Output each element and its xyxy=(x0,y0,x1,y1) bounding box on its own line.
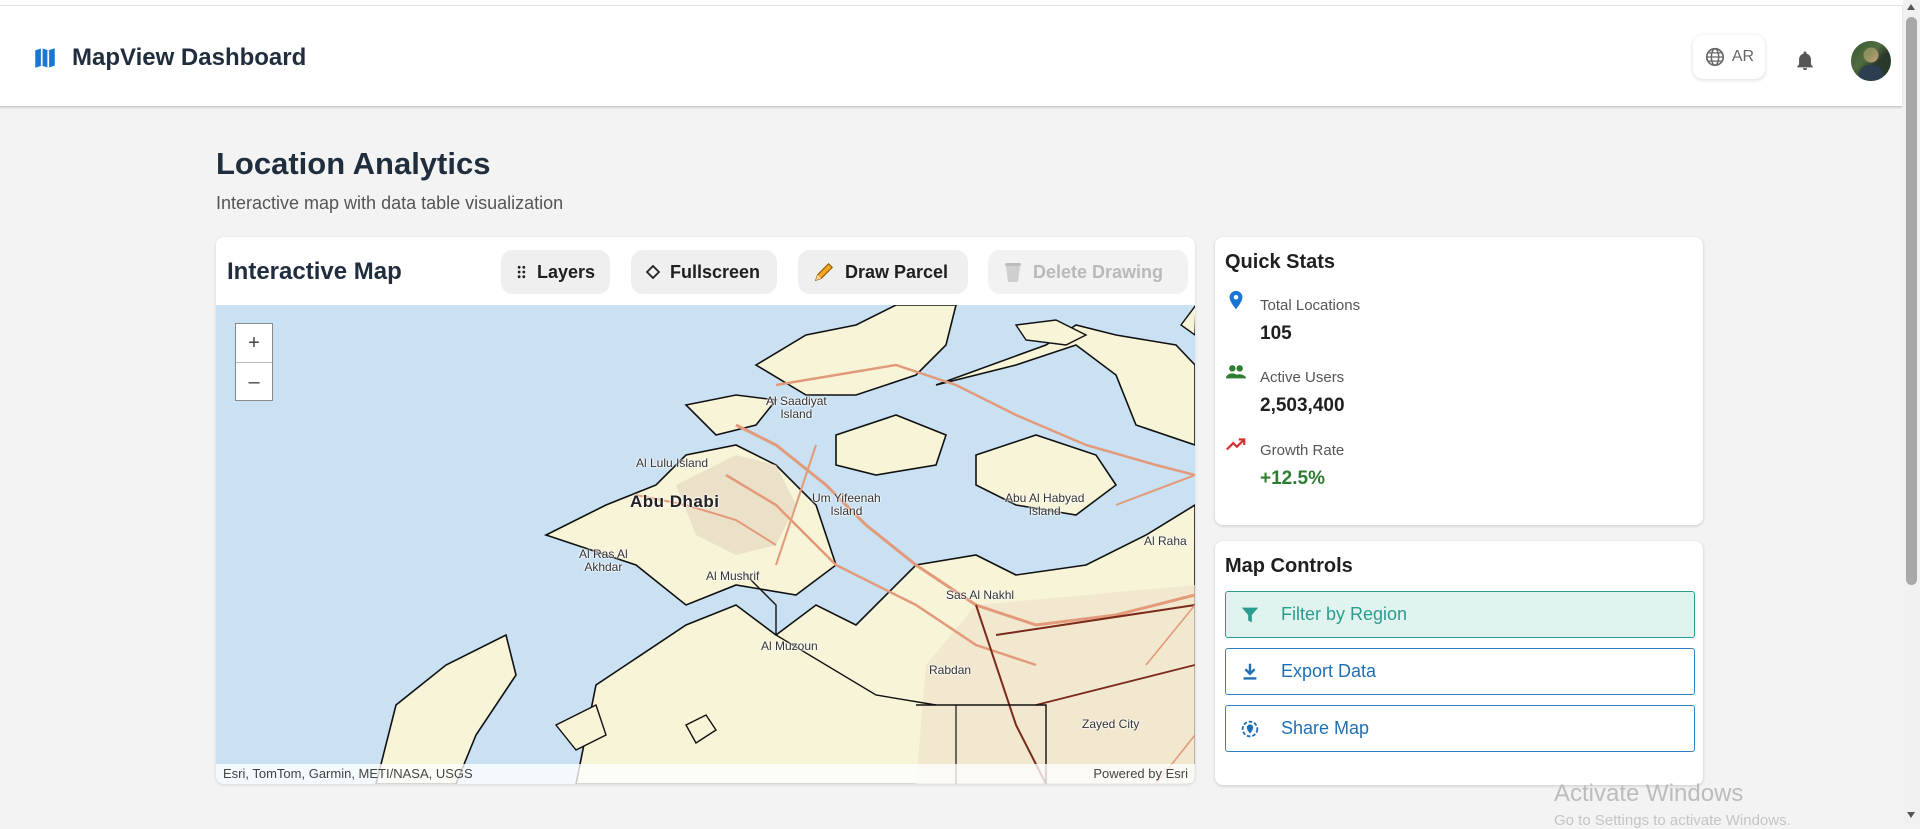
draw-parcel-button[interactable]: Draw Parcel xyxy=(798,250,968,294)
map-icon xyxy=(35,48,55,68)
filter-by-region-button[interactable]: Filter by Region xyxy=(1225,591,1695,638)
drag-dots-icon xyxy=(517,265,526,279)
windows-activation-hint: Go to Settings to activate Windows. xyxy=(1554,812,1791,829)
zoom-out-button[interactable]: – xyxy=(236,362,272,401)
scroll-up-arrow-icon[interactable] xyxy=(1907,4,1915,10)
stat-value-growth-rate: +12.5% xyxy=(1260,468,1325,489)
export-data-label: Export Data xyxy=(1281,661,1377,681)
draw-parcel-label: Draw Parcel xyxy=(845,261,949,282)
export-data-button[interactable]: Export Data xyxy=(1225,648,1695,695)
brand[interactable]: MapView Dashboard xyxy=(32,44,306,72)
fullscreen-button[interactable]: Fullscreen xyxy=(631,250,777,294)
stat-label-total-locations: Total Locations xyxy=(1260,297,1361,314)
share-map-button[interactable]: Share Map xyxy=(1225,705,1695,752)
diamond-icon xyxy=(646,265,660,279)
map-card: Interactive Map Layers Fullscreen Draw P… xyxy=(216,237,1195,784)
language-label: AR xyxy=(1731,48,1755,65)
map-label-abu-dhabi: Abu Dhabi xyxy=(630,492,720,511)
map-label-al-lulu: Al Lulu Island xyxy=(636,456,709,470)
map-attribution: Esri, TomTom, Garmin, METI/NASA, USGS Po… xyxy=(216,764,1195,784)
map-canvas[interactable]: + – Al Saadiyat Island Al Lulu Island Ab… xyxy=(216,305,1195,784)
app-title: MapView Dashboard xyxy=(72,44,307,71)
quick-stats-title: Quick Stats xyxy=(1225,251,1336,273)
filter-icon xyxy=(1241,607,1259,622)
map-label-al-saadiyat: Al Saadiyat Island xyxy=(766,394,827,421)
map-label-sas-al-nakhl: Sas Al Nakhl xyxy=(946,588,1015,602)
quick-stats-card: Quick Stats Total Locations 105 Active U… xyxy=(1215,237,1703,525)
pencil-icon xyxy=(814,262,834,282)
page-subtitle: Interactive map with data table visualiz… xyxy=(216,193,564,213)
map-label-rabdan: Rabdan xyxy=(929,663,972,677)
user-avatar[interactable] xyxy=(1851,41,1891,81)
map-basemap xyxy=(375,305,1195,784)
stat-value-active-users: 2,503,400 xyxy=(1260,395,1345,416)
globe-icon xyxy=(1705,47,1724,67)
map-controls-card: Map Controls Filter by Region Export Dat… xyxy=(1215,541,1703,785)
trending-up-icon xyxy=(1226,438,1246,451)
share-location-icon xyxy=(1241,720,1259,737)
map-label-al-muzoun: Al Muzoun xyxy=(761,639,818,653)
stat-label-growth-rate: Growth Rate xyxy=(1260,442,1345,459)
zoom-in-button[interactable]: + xyxy=(236,324,272,362)
scroll-down-arrow-icon[interactable] xyxy=(1907,812,1915,818)
map-label-zayed-city: Zayed City xyxy=(1082,717,1140,731)
stat-value-total-locations: 105 xyxy=(1260,323,1292,344)
download-icon xyxy=(1243,663,1257,680)
language-toggle-button[interactable]: AR xyxy=(1693,35,1765,79)
location-pin-icon xyxy=(1229,290,1243,310)
map-label-al-mushrif: Al Mushrif xyxy=(706,569,760,583)
scroll-thumb[interactable] xyxy=(1906,17,1917,585)
map-label-al-ras-al-akhdar: Al Ras Al Akhdar xyxy=(579,547,628,574)
attribution-powered-by[interactable]: Powered by Esri xyxy=(1093,764,1188,784)
filter-by-region-label: Filter by Region xyxy=(1281,604,1408,624)
zoom-control: + – xyxy=(235,323,273,401)
windows-activation-watermark: Activate Windows xyxy=(1554,780,1744,807)
app-header: MapView Dashboard AR xyxy=(0,6,1902,107)
stat-label-active-users: Active Users xyxy=(1260,369,1345,386)
share-map-label: Share Map xyxy=(1281,718,1370,738)
map-card-title: Interactive Map xyxy=(227,258,402,285)
layers-label: Layers xyxy=(536,261,595,282)
delete-drawing-label: Delete Drawing xyxy=(1033,261,1164,282)
users-icon xyxy=(1225,365,1247,379)
map-label-abu-al-abyad: Abu Al Habyad Island xyxy=(1005,491,1085,518)
fullscreen-label: Fullscreen xyxy=(670,261,761,282)
trash-icon xyxy=(1005,263,1021,282)
notifications-bell-icon[interactable] xyxy=(1794,50,1816,72)
map-label-um-yifeenah: Um Yifeenah Island xyxy=(812,491,881,518)
page-title: Location Analytics xyxy=(216,146,491,181)
attribution-sources: Esri, TomTom, Garmin, METI/NASA, USGS xyxy=(223,766,473,781)
layers-button[interactable]: Layers xyxy=(501,250,610,294)
delete-drawing-button[interactable]: Delete Drawing xyxy=(988,250,1188,294)
map-label-al-raha: Al Raha xyxy=(1144,534,1187,548)
map-controls-title: Map Controls xyxy=(1225,555,1353,577)
page-scrollbar[interactable] xyxy=(1903,0,1920,824)
